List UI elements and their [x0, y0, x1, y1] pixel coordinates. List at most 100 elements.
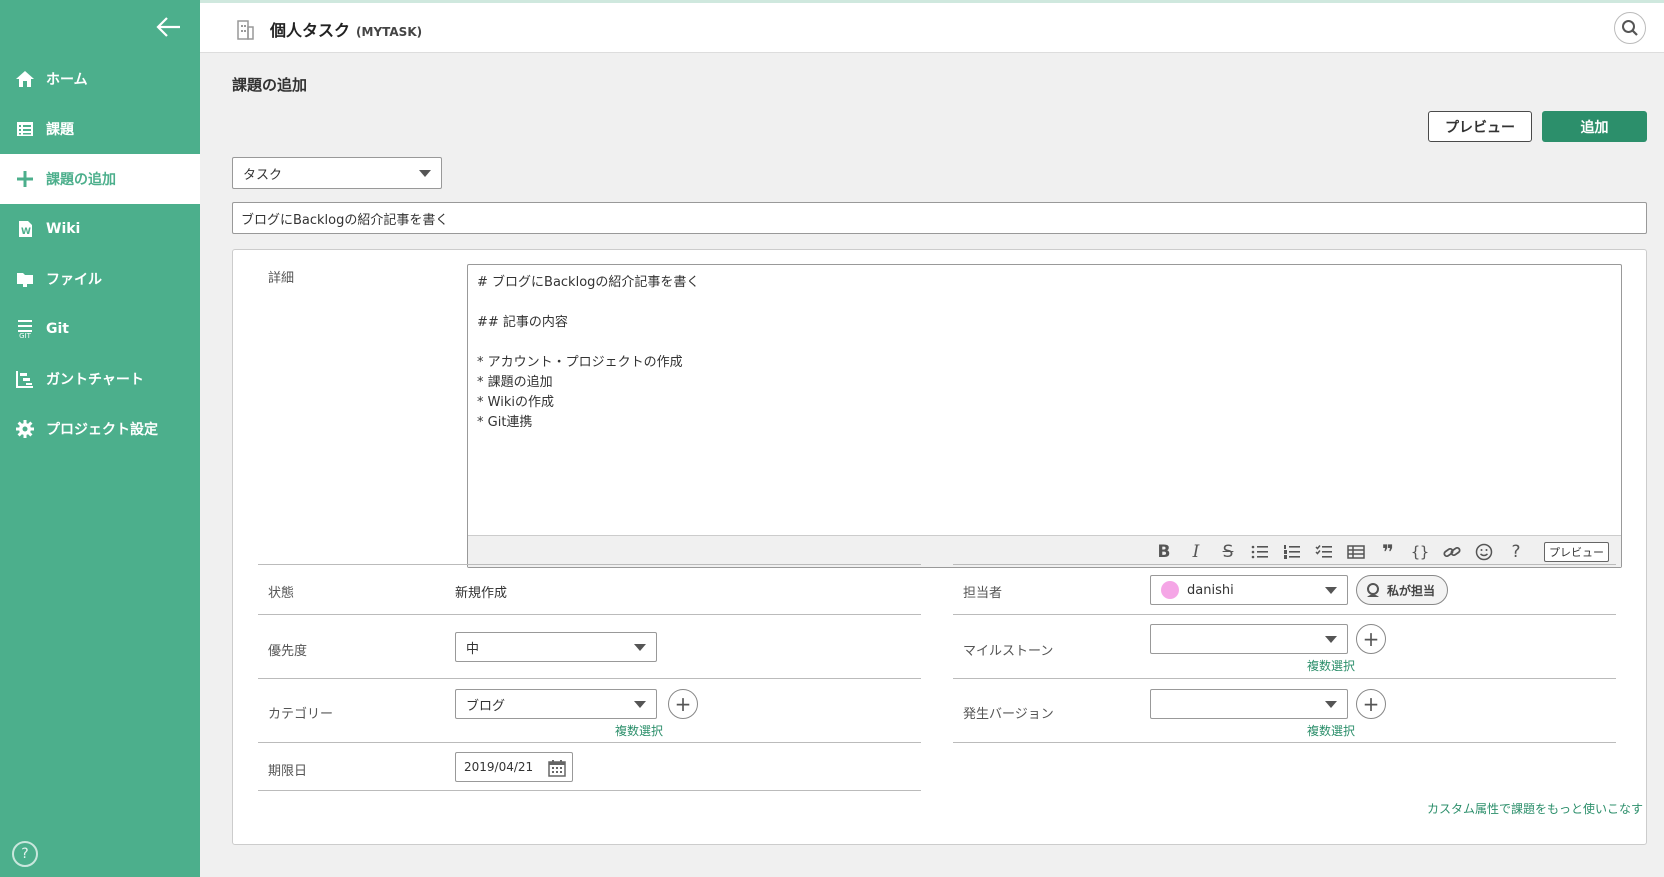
status-label: 状態 — [268, 586, 295, 601]
sidebar-item-label: 課題の追加 — [46, 172, 116, 188]
git-sub-label: GIT — [19, 331, 31, 340]
sidebar-item-home[interactable]: ホーム — [0, 54, 200, 104]
status-row: 状態 新規作成 — [258, 564, 921, 614]
priority-value: 中 — [466, 641, 480, 657]
search-button[interactable] — [1614, 12, 1646, 44]
checklist-icon[interactable] — [1314, 542, 1334, 562]
gear-icon — [14, 418, 36, 440]
category-multi-select-link[interactable]: 複数選択 — [615, 722, 663, 739]
link-icon[interactable] — [1442, 542, 1462, 562]
assignee-row: 担当者 danishi 私が担当 — [953, 564, 1616, 614]
add-button[interactable]: 追加 — [1542, 111, 1647, 142]
assignee-select[interactable]: danishi — [1150, 575, 1348, 605]
italic-icon[interactable]: I — [1186, 542, 1206, 562]
due-date-value: 2019/04/21 — [464, 760, 534, 774]
sidebar-item-issues[interactable]: 課題 — [0, 104, 200, 154]
avatar — [1161, 581, 1179, 599]
version-select[interactable] — [1150, 689, 1348, 719]
gantt-icon — [14, 368, 36, 390]
assignee-value: danishi — [1187, 582, 1234, 598]
plus-icon: + — [674, 692, 692, 716]
sidebar-nav: ホーム 課題 課題の追加 W Wiki ファイル GIT Git ガントチャート… — [0, 54, 200, 454]
home-icon — [14, 68, 36, 90]
code-icon[interactable]: {} — [1410, 542, 1430, 562]
bold-icon[interactable]: B — [1154, 542, 1174, 562]
sidebar: ホーム 課題 課題の追加 W Wiki ファイル GIT Git ガントチャート… — [0, 0, 200, 877]
summary-input[interactable] — [232, 202, 1647, 234]
description-textarea[interactable]: # ブログにBacklogの紹介記事を書く ## 記事の内容 * アカウント・プ… — [468, 265, 1621, 535]
project-name[interactable]: 個人タスク (MYTASK) — [270, 17, 422, 41]
category-select[interactable]: ブログ — [455, 689, 657, 719]
add-version-button[interactable]: + — [1356, 689, 1386, 719]
help-question-icon[interactable]: ? — [1506, 542, 1526, 562]
plus-icon: + — [1362, 627, 1380, 651]
category-label: カテゴリー — [268, 707, 334, 722]
right-bottom-divider — [953, 742, 1616, 743]
issue-detail-panel: 詳細 # ブログにBacklogの紹介記事を書く ## 記事の内容 * アカウン… — [232, 249, 1647, 845]
sidebar-item-add-issue[interactable]: 課題の追加 — [0, 154, 200, 204]
chevron-down-icon — [1325, 701, 1337, 708]
back-arrow-icon[interactable] — [154, 12, 184, 42]
sidebar-item-gantt[interactable]: ガントチャート — [0, 354, 200, 404]
status-value: 新規作成 — [455, 586, 508, 601]
bulleted-list-icon[interactable] — [1250, 542, 1270, 562]
list-icon — [14, 118, 36, 140]
milestone-label: マイルストーン — [963, 644, 1054, 659]
sidebar-item-git[interactable]: GIT Git — [0, 304, 200, 354]
add-milestone-button[interactable]: + — [1356, 624, 1386, 654]
user-icon — [1365, 582, 1381, 598]
version-label: 発生バージョン — [963, 707, 1054, 722]
custom-attributes-link[interactable]: カスタム属性で課題をもっと使いこなす — [1427, 800, 1643, 817]
sidebar-item-label: ガントチャート — [46, 372, 144, 388]
category-value: ブログ — [466, 698, 506, 714]
emoji-icon[interactable] — [1474, 542, 1494, 562]
milestone-multi-select-link[interactable]: 複数選択 — [1307, 657, 1355, 674]
sidebar-item-label: Wiki — [46, 221, 81, 237]
project-header: 個人タスク (MYTASK) — [200, 0, 1664, 53]
sidebar-item-label: ホーム — [46, 72, 88, 88]
plus-icon: + — [1362, 692, 1380, 716]
sidebar-item-label: ファイル — [46, 272, 102, 288]
quote-icon[interactable]: ❞ — [1378, 540, 1398, 564]
main-content: 課題の追加 プレビュー 追加 タスク 詳細 # ブログにBacklogの紹介記事… — [200, 53, 1664, 877]
chevron-down-icon — [1325, 587, 1337, 594]
sidebar-item-files[interactable]: ファイル — [0, 254, 200, 304]
strikethrough-icon[interactable]: S — [1218, 542, 1238, 562]
chevron-down-icon — [1325, 636, 1337, 643]
assignee-label: 担当者 — [963, 586, 1003, 601]
assign-to-me-button[interactable]: 私が担当 — [1356, 575, 1449, 605]
folder-icon — [14, 268, 36, 290]
sidebar-item-label: Git — [46, 321, 69, 337]
category-row: カテゴリー ブログ + 複数選択 — [258, 678, 921, 742]
editor-toolbar: B I S ❞ {} ? プレビュー — [468, 535, 1621, 567]
help-icon[interactable]: ? — [12, 841, 38, 867]
plus-icon — [14, 168, 36, 190]
sidebar-item-project-settings[interactable]: プロジェクト設定 — [0, 404, 200, 454]
numbered-list-icon[interactable] — [1282, 542, 1302, 562]
project-name-text: 個人タスク — [270, 21, 351, 40]
priority-select[interactable]: 中 — [455, 632, 657, 662]
svg-text:W: W — [21, 227, 31, 237]
editor-preview-button[interactable]: プレビュー — [1544, 541, 1609, 562]
detail-label: 詳細 — [268, 271, 295, 286]
priority-row: 優先度 中 — [258, 614, 921, 678]
building-icon — [235, 18, 255, 40]
sidebar-item-label: 課題 — [46, 122, 74, 138]
wiki-icon: W — [14, 218, 36, 240]
milestone-row: マイルストーン + 複数選択 — [953, 614, 1616, 678]
sidebar-item-wiki[interactable]: W Wiki — [0, 204, 200, 254]
version-multi-select-link[interactable]: 複数選択 — [1307, 722, 1355, 739]
project-key: (MYTASK) — [356, 25, 423, 39]
sidebar-item-label: プロジェクト設定 — [46, 422, 158, 438]
add-category-button[interactable]: + — [668, 689, 698, 719]
calendar-icon[interactable] — [548, 759, 566, 780]
git-icon: GIT — [14, 318, 36, 340]
milestone-select[interactable] — [1150, 624, 1348, 654]
page-title: 課題の追加 — [232, 76, 308, 94]
preview-button[interactable]: プレビュー — [1428, 111, 1532, 142]
issue-type-select[interactable]: タスク — [232, 157, 442, 189]
table-icon[interactable] — [1346, 542, 1366, 562]
due-date-input[interactable]: 2019/04/21 — [455, 752, 573, 782]
assign-to-me-label: 私が担当 — [1387, 583, 1436, 598]
chevron-down-icon — [634, 701, 646, 708]
